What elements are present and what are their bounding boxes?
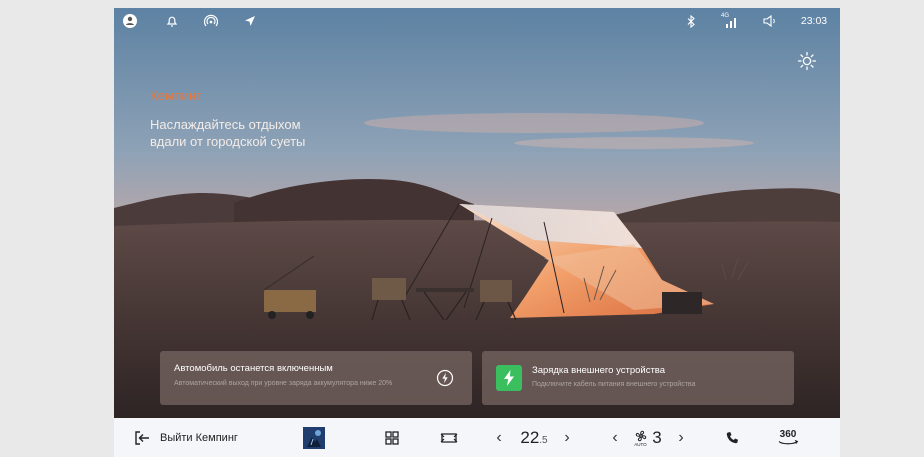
phone-icon[interactable] bbox=[722, 418, 742, 457]
exit-camping-button[interactable]: Выйти Кемпинг bbox=[134, 418, 254, 457]
hero-title: Кемпинг bbox=[150, 88, 202, 103]
charging-card[interactable]: Зарядка внешнего устройства Подключите к… bbox=[482, 351, 794, 405]
temperature-dec: .5 bbox=[539, 435, 548, 446]
charging-card-title: Зарядка внешнего устройства bbox=[532, 365, 666, 376]
fan-increase-button[interactable]: › bbox=[674, 418, 688, 457]
clock: 23:03 bbox=[800, 15, 828, 27]
hero-text: Наслаждайтесь отдыхом вдали от городской… bbox=[150, 117, 306, 149]
charging-bolt-icon bbox=[496, 365, 522, 391]
power-bolt-icon[interactable] bbox=[436, 369, 454, 387]
brightness-icon[interactable] bbox=[796, 50, 818, 72]
exit-camping-label: Выйти Кемпинг bbox=[160, 431, 238, 444]
power-card-subtitle: Автоматический выход при уровне заряда а… bbox=[174, 380, 393, 387]
fan-mode-label: AUTO bbox=[634, 441, 647, 447]
signal-icon: 4G bbox=[720, 13, 740, 29]
apps-grid-icon[interactable] bbox=[382, 418, 402, 457]
temperature-int: 22 bbox=[520, 427, 540, 447]
rotate-360-icon bbox=[777, 439, 799, 446]
profile-icon[interactable] bbox=[122, 13, 138, 29]
camera-360-button[interactable]: 360 bbox=[774, 418, 802, 457]
temp-decrease-button[interactable]: ‹ bbox=[492, 418, 506, 457]
fan-icon: AUTO bbox=[634, 428, 648, 448]
fan-decrease-button[interactable]: ‹ bbox=[608, 418, 622, 457]
infotainment-screen: 4G 23:03 Кемпинг Наслаждайтесь отдыхом в… bbox=[114, 8, 840, 457]
status-bar: 4G 23:03 bbox=[114, 8, 840, 34]
temperature-display: 22.5 bbox=[514, 418, 554, 457]
album-art-thumbnail[interactable] bbox=[302, 418, 326, 457]
hotspot-icon[interactable] bbox=[202, 13, 220, 29]
temp-increase-button[interactable]: › bbox=[560, 418, 574, 457]
bottom-dock: Выйти Кемпинг ‹ 22.5 › ‹ AUTO 3 › 360 bbox=[114, 418, 840, 457]
volume-icon[interactable] bbox=[762, 13, 778, 29]
bell-icon[interactable] bbox=[164, 13, 180, 29]
car-settings-icon[interactable] bbox=[438, 418, 460, 457]
power-card[interactable]: Автомобиль останется включенным Автомати… bbox=[160, 351, 472, 405]
exit-icon bbox=[134, 430, 150, 445]
charging-card-subtitle: Подключите кабель питания внешнего устро… bbox=[532, 381, 696, 388]
fan-level: 3 bbox=[652, 427, 662, 447]
camera-360-label: 360 bbox=[779, 428, 797, 440]
fan-speed-display: AUTO 3 bbox=[628, 418, 668, 457]
bluetooth-icon[interactable] bbox=[684, 13, 698, 29]
navigation-arrow-icon[interactable] bbox=[242, 13, 258, 29]
power-card-title: Автомобиль останется включенным bbox=[174, 363, 333, 374]
